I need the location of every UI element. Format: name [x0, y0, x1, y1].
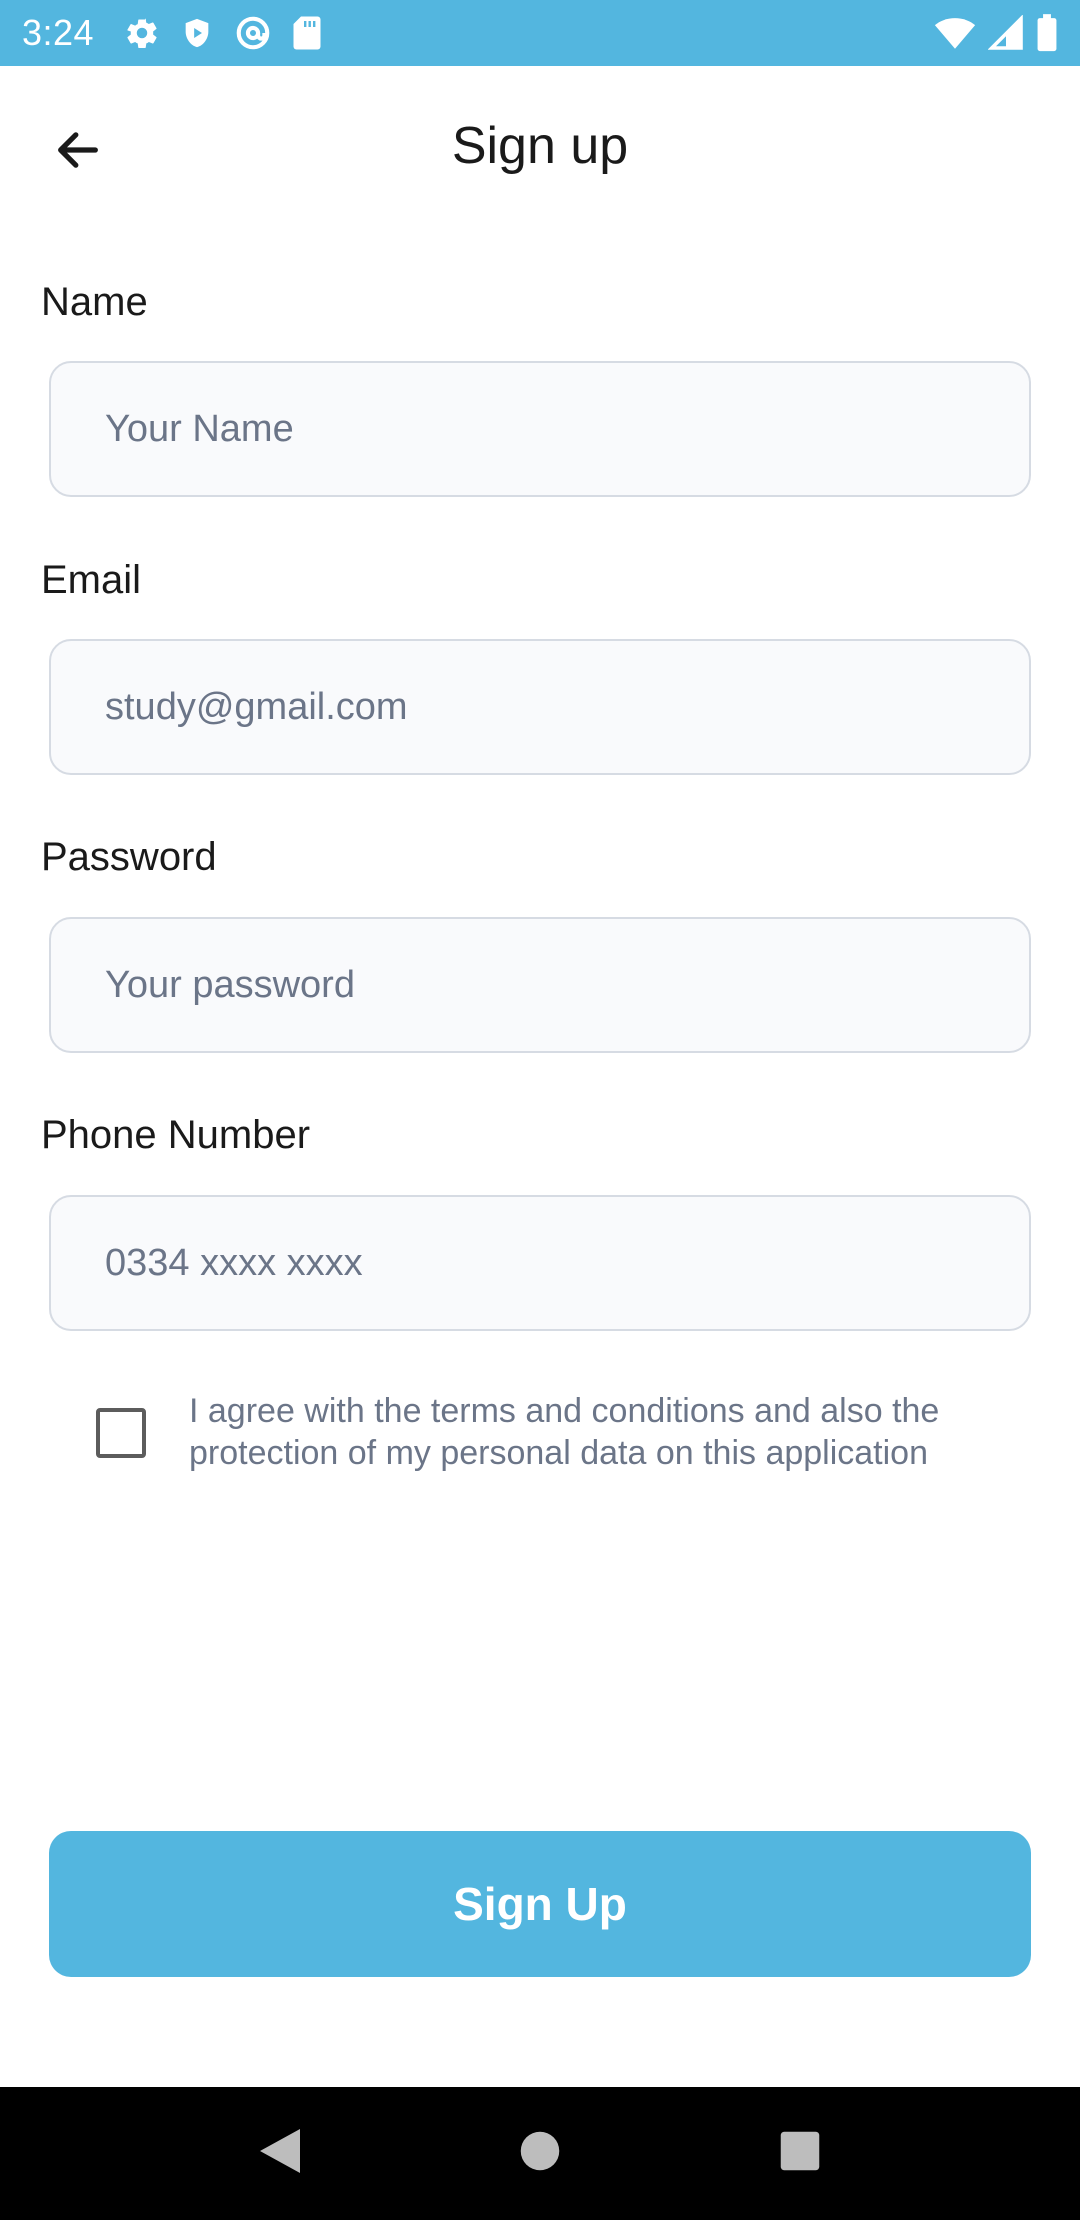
terms-checkbox[interactable] [96, 1408, 146, 1458]
status-time: 3:24 [22, 12, 95, 53]
email-label: Email [41, 558, 142, 602]
nav-back-button[interactable] [230, 2104, 330, 2204]
nav-home-button[interactable] [490, 2104, 590, 2204]
wifi-icon [934, 15, 976, 51]
terms-text: I agree with the terms and conditions an… [189, 1392, 940, 1472]
name-label: Name [41, 280, 148, 324]
name-input[interactable] [49, 361, 1031, 497]
back-triangle-icon [258, 2127, 302, 2180]
home-circle-icon [519, 2130, 561, 2177]
phone-input[interactable] [49, 1195, 1031, 1331]
app-header: Sign up [0, 66, 1080, 222]
status-icons-left [124, 14, 322, 52]
sd-card-icon [292, 15, 322, 51]
cell-signal-icon [988, 15, 1024, 51]
status-bar: 3:24 [0, 0, 1080, 66]
battery-icon [1036, 14, 1058, 52]
nav-recents-button[interactable] [750, 2104, 850, 2204]
signup-button[interactable]: Sign Up [49, 1831, 1031, 1977]
status-icons-right [934, 14, 1058, 52]
password-input[interactable] [49, 917, 1031, 1053]
password-label: Password [41, 835, 217, 879]
recents-square-icon [779, 2130, 821, 2177]
email-input[interactable] [49, 639, 1031, 775]
page-title: Sign up [451, 117, 629, 175]
at-sign-icon [234, 14, 272, 52]
phone-label: Phone Number [41, 1113, 311, 1157]
signup-screen: 3:24 Sign up Name Your Name Email study@… [0, 0, 1080, 2220]
shield-play-icon [180, 15, 214, 51]
system-nav-bar [0, 2087, 1080, 2220]
gear-icon [124, 15, 160, 51]
